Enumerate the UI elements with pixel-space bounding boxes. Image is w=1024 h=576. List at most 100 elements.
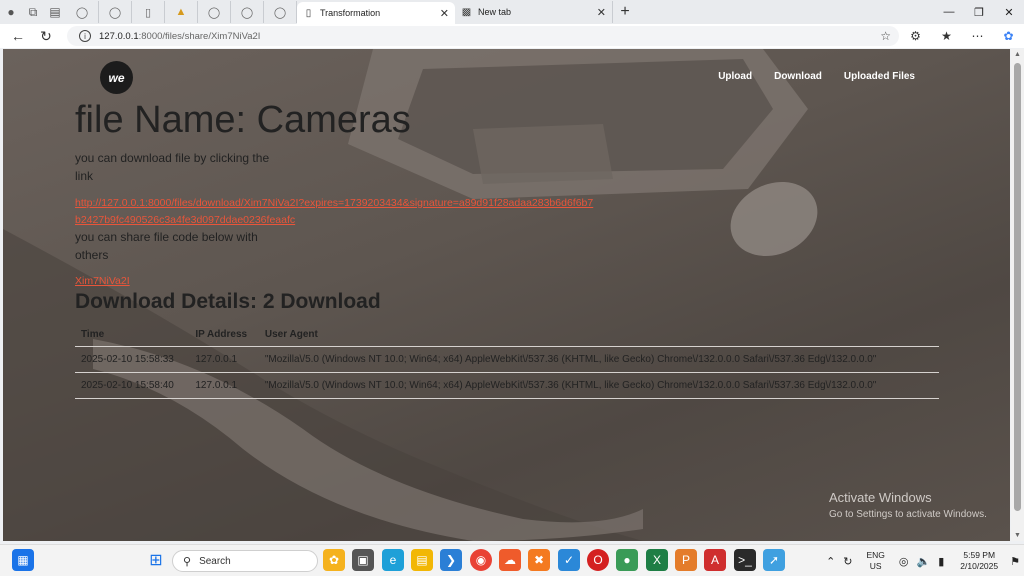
app-arrow-icon[interactable]: ➚ bbox=[763, 549, 785, 571]
terminal-icon[interactable]: >_ bbox=[734, 549, 756, 571]
volume-icon[interactable]: 🔈 bbox=[917, 555, 931, 568]
excel-icon[interactable]: X bbox=[646, 549, 668, 571]
url-text[interactable]: 127.0.0.1:8000/files/share/Xim7NiVa2I bbox=[99, 31, 260, 42]
tab-transformation[interactable]: ▯ Transformation ✕ bbox=[297, 2, 455, 24]
close-tab-icon[interactable]: ✕ bbox=[440, 7, 449, 20]
tab-strip: ● ⧉ ▤ ◯ ◯ ▯ ▲ ◯ ◯ ◯ ▯ Transformation ✕ ▩… bbox=[0, 0, 1024, 24]
pinned-tab-3[interactable]: ▯ bbox=[132, 1, 165, 23]
activate-windows-watermark: Activate Windows Go to Settings to activ… bbox=[829, 490, 987, 520]
pinned-tab-2[interactable]: ◯ bbox=[99, 1, 132, 23]
toolbar-right: ⚙ ★ ⋯ ✿ bbox=[900, 24, 1024, 48]
app-globe-icon[interactable]: ● bbox=[616, 549, 638, 571]
powerpoint-icon[interactable]: P bbox=[675, 549, 697, 571]
acrobat-icon[interactable]: A bbox=[704, 549, 726, 571]
window-controls: — ❐ ✕ bbox=[934, 0, 1024, 24]
tab-page-icon: ▲ bbox=[175, 6, 187, 18]
url-path: :8000/files/share/Xim7NiVa2I bbox=[138, 30, 261, 42]
close-window-icon[interactable]: ✕ bbox=[994, 0, 1024, 24]
chrome-icon[interactable]: ◉ bbox=[470, 549, 492, 571]
favorites-icon[interactable]: ★ bbox=[931, 24, 962, 48]
pinned-tab-5[interactable]: ◯ bbox=[198, 1, 231, 23]
clock-date: 2/10/2025 bbox=[960, 561, 999, 571]
new-tab-button[interactable]: + bbox=[613, 1, 637, 23]
file-explorer-icon[interactable]: ▤ bbox=[411, 549, 433, 571]
main-nav: Upload Download Uploaded Files bbox=[718, 71, 915, 82]
edge-icon[interactable]: e bbox=[382, 549, 404, 571]
more-menu-icon[interactable]: ⋯ bbox=[962, 24, 993, 48]
minimize-icon[interactable]: — bbox=[934, 0, 964, 24]
tab-actions-icon[interactable]: ▤ bbox=[44, 1, 66, 23]
share-instructions: you can share file code below with other… bbox=[75, 230, 258, 262]
tab-page-icon: ◯ bbox=[207, 6, 221, 19]
address-bar[interactable]: i 127.0.0.1:8000/files/share/Xim7NiVa2I … bbox=[67, 26, 899, 46]
clock-time: 5:59 PM bbox=[963, 550, 996, 560]
close-tab-icon[interactable]: ✕ bbox=[597, 6, 606, 19]
page-scrollbar[interactable]: ▲ ▼ bbox=[1011, 49, 1024, 541]
page-title: file Name: Cameras bbox=[75, 99, 411, 141]
col-user-agent: User Agent bbox=[258, 324, 939, 347]
watermark-subtitle: Go to Settings to activate Windows. bbox=[829, 509, 987, 520]
back-arrow-icon[interactable]: ← bbox=[4, 24, 32, 48]
page-content: we Upload Download Uploaded Files file N… bbox=[3, 49, 1010, 541]
nav-download-link[interactable]: Download bbox=[774, 71, 822, 82]
soundcloud-icon[interactable]: ☁ bbox=[499, 549, 521, 571]
battery-icon[interactable]: ▮ bbox=[938, 555, 944, 568]
pinned-tab-4[interactable]: ▲ bbox=[165, 1, 198, 23]
restore-icon[interactable]: ❐ bbox=[964, 0, 994, 24]
pinned-tab-6[interactable]: ◯ bbox=[231, 1, 264, 23]
search-icon: ⚲ bbox=[183, 555, 192, 568]
copilot-icon[interactable]: ✿ bbox=[993, 24, 1024, 48]
pinned-tab-7[interactable]: ◯ bbox=[264, 1, 297, 23]
store-icon[interactable]: ▣ bbox=[352, 549, 374, 571]
scroll-up-icon[interactable]: ▲ bbox=[1014, 51, 1021, 58]
system-tray: ⌃ ↻ ENG US ◎ 🔈 ▮ 5:59 PM 2/10/2025 ⚑ bbox=[822, 545, 1024, 576]
refresh-icon[interactable]: ↻ bbox=[32, 24, 60, 48]
start-menu-icon[interactable]: ⊞ bbox=[145, 549, 167, 571]
site-logo[interactable]: we bbox=[100, 61, 133, 94]
table-row: 2025-02-10 15:58:40 127.0.0.1 "Mozilla\/… bbox=[75, 372, 939, 399]
tab-new-tab[interactable]: ▩ New tab ✕ bbox=[455, 1, 613, 23]
extensions-icon[interactable]: ⚙ bbox=[900, 24, 931, 48]
col-time: Time bbox=[75, 324, 190, 347]
notification-bell-icon[interactable]: ⚑ bbox=[1010, 555, 1020, 568]
language-indicator[interactable]: ENG US bbox=[867, 550, 885, 572]
scrollbar-thumb[interactable] bbox=[1014, 63, 1021, 511]
download-link[interactable]: http://127.0.0.1:8000/files/download/Xim… bbox=[75, 195, 595, 229]
sync-icon[interactable]: ↻ bbox=[843, 555, 852, 568]
pinned-tab-1[interactable]: ◯ bbox=[66, 1, 99, 23]
site-info-icon[interactable]: i bbox=[79, 30, 91, 42]
tab-page-icon: ◯ bbox=[240, 6, 254, 19]
scroll-down-icon[interactable]: ▼ bbox=[1014, 532, 1021, 539]
profile-icon[interactable]: ● bbox=[0, 1, 22, 23]
table-header-row: Time IP Address User Agent bbox=[75, 324, 939, 347]
cell-ip: 127.0.0.1 bbox=[189, 372, 259, 399]
nav-uploaded-files-link[interactable]: Uploaded Files bbox=[844, 71, 915, 82]
tab-page-icon: ◯ bbox=[75, 6, 89, 19]
page-icon: ▯ bbox=[305, 7, 312, 19]
tab-page-icon: ▯ bbox=[144, 6, 152, 19]
xampp-icon[interactable]: ✖ bbox=[528, 549, 550, 571]
cell-user-agent: "Mozilla\/5.0 (Windows NT 10.0; Win64; x… bbox=[258, 346, 939, 373]
taskbar-search[interactable]: ⚲ Search bbox=[172, 550, 318, 572]
workspaces-icon[interactable]: ⧉ bbox=[22, 1, 44, 23]
chevron-up-icon[interactable]: ⌃ bbox=[826, 555, 835, 568]
todo-icon[interactable]: ✓ bbox=[558, 549, 580, 571]
cell-user-agent: "Mozilla\/5.0 (Windows NT 10.0; Win64; x… bbox=[258, 372, 939, 399]
tab-page-icon: ◯ bbox=[108, 6, 122, 19]
clock[interactable]: 5:59 PM 2/10/2025 bbox=[960, 550, 998, 572]
search-placeholder: Search bbox=[199, 555, 231, 567]
opera-icon[interactable]: O bbox=[587, 549, 609, 571]
tab-label: Transformation bbox=[320, 8, 381, 18]
widgets-icon[interactable]: ▦ bbox=[12, 549, 34, 571]
tab-label: New tab bbox=[478, 7, 512, 17]
copilot-app-icon[interactable]: ✿ bbox=[323, 549, 345, 571]
network-icon[interactable]: ◎ bbox=[899, 555, 909, 568]
file-code-link[interactable]: Xim7NiVa2I bbox=[75, 275, 130, 287]
cell-time: 2025-02-10 15:58:40 bbox=[75, 372, 190, 399]
watermark-title: Activate Windows bbox=[829, 490, 932, 505]
vscode-icon[interactable]: ❯ bbox=[440, 549, 462, 571]
nav-upload-link[interactable]: Upload bbox=[718, 71, 752, 82]
favorite-star-icon[interactable]: ☆ bbox=[880, 29, 891, 43]
tab-page-icon: ◯ bbox=[273, 6, 287, 19]
lang-code: ENG bbox=[866, 550, 885, 560]
